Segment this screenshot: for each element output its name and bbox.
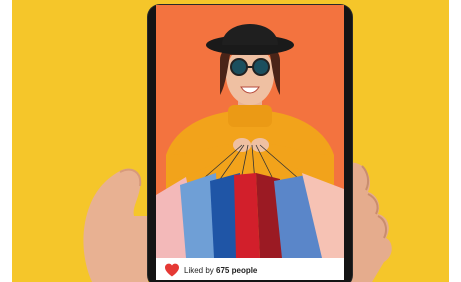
liked-by-count[interactable]: 675 people — [216, 266, 257, 275]
post-photo — [156, 5, 344, 258]
heart-icon[interactable] — [164, 263, 180, 277]
photo-scene: Liked by 675 people — [12, 0, 449, 282]
liked-by-prefix: Liked by — [184, 265, 214, 275]
phone-screen: Liked by 675 people — [156, 5, 344, 280]
post-like-bar: Liked by 675 people — [156, 258, 344, 280]
liked-by-text: Liked by 675 people — [184, 266, 257, 275]
smartphone: Liked by 675 people — [148, 5, 352, 282]
